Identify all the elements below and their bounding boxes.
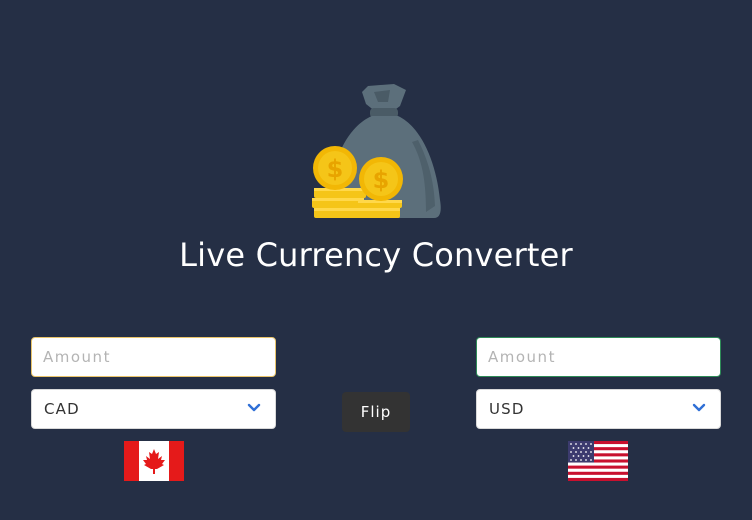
to-currency-select[interactable]: USD xyxy=(476,389,721,429)
from-currency-value: CAD xyxy=(44,400,80,418)
currency-converter-app: $ $ Live Currency Converter CAD Flip USD xyxy=(0,0,752,520)
to-currency-value: USD xyxy=(489,400,525,418)
to-currency-panel: USD xyxy=(476,337,721,429)
flip-button[interactable]: Flip xyxy=(342,392,410,432)
from-currency-select[interactable]: CAD xyxy=(31,389,276,429)
from-amount-input[interactable] xyxy=(31,337,276,377)
chevron-down-icon xyxy=(692,403,706,412)
from-currency-panel: CAD xyxy=(31,337,276,429)
to-amount-input[interactable] xyxy=(476,337,721,377)
chevron-down-icon xyxy=(247,403,261,412)
canada-flag-icon xyxy=(124,441,184,481)
svg-text:$: $ xyxy=(327,155,344,183)
usa-flag-icon xyxy=(568,441,628,481)
money-bag-coins-icon: $ $ xyxy=(312,84,441,218)
page-title: Live Currency Converter xyxy=(179,236,573,274)
svg-text:$: $ xyxy=(373,166,390,194)
